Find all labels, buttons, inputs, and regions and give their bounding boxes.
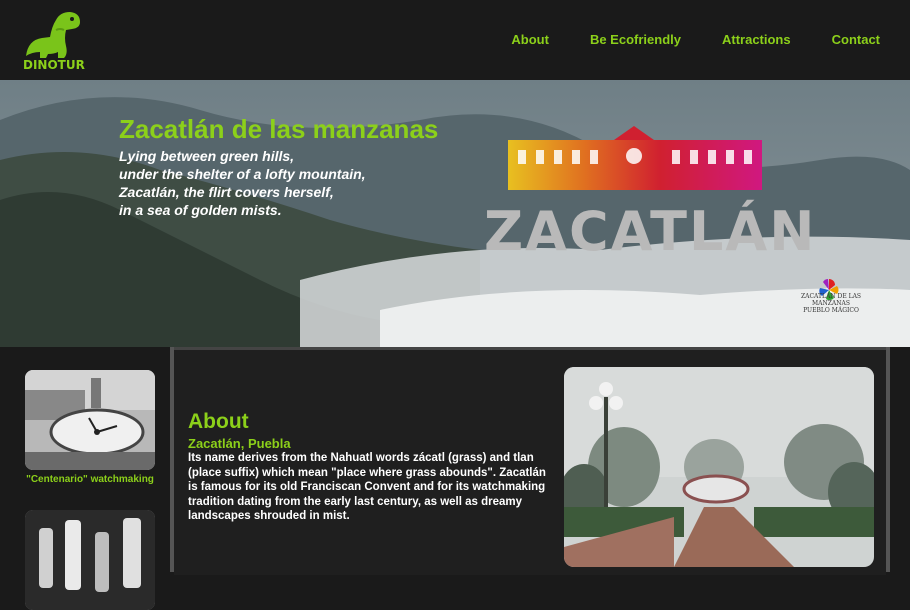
clock-caption[interactable]: "Centenario" watchmaking — [25, 474, 155, 485]
poem-line: Zacatlán, the flirt covers herself, — [119, 184, 334, 200]
poem-line: under the shelter of a lofty mountain, — [119, 166, 366, 182]
foggy-plaza-photo — [564, 367, 874, 567]
bottles-thumbnail[interactable] — [25, 510, 155, 610]
poem-line: Lying between green hills, — [119, 148, 295, 164]
nav-attractions[interactable]: Attractions — [722, 32, 791, 47]
site-header: DINOTUR About Be Ecofriendly Attractions… — [0, 0, 910, 80]
pueblo-magico-text: ZACATLÁN DE LAS MANZANAS PUEBLO MÁGICO — [800, 293, 862, 314]
about-heading: About — [188, 410, 249, 433]
brand-name: DINOTUR — [23, 58, 85, 72]
content-section: "Centenario" watchmaking About Zacatlán,… — [0, 347, 910, 610]
about-description: Its name derives from the Nahuatl words … — [188, 452, 546, 522]
hero-title: Zacatlán de las manzanas — [119, 114, 439, 144]
zacatlan-wordmark: ZACATLÁN — [484, 200, 817, 263]
poem-line: in a sea of golden mists. — [119, 202, 282, 218]
hero-banner: Zacatlán de las manzanas Lying between g… — [0, 80, 910, 347]
main-nav: About Be Ecofriendly Attractions Contact — [470, 32, 880, 47]
nav-be-ecofriendly[interactable]: Be Ecofriendly — [590, 32, 681, 47]
clock-thumbnail[interactable] — [25, 370, 155, 470]
nav-contact[interactable]: Contact — [832, 32, 880, 47]
hero-poem: Lying between green hills, under the she… — [119, 147, 366, 219]
about-subheading: Zacatlán, Puebla — [188, 436, 291, 451]
nav-about[interactable]: About — [511, 32, 549, 47]
about-panel: About Zacatlán, Puebla Its name derives … — [174, 347, 886, 575]
section-edge — [886, 347, 890, 572]
attractions-sidebar: "Centenario" watchmaking — [0, 347, 170, 610]
